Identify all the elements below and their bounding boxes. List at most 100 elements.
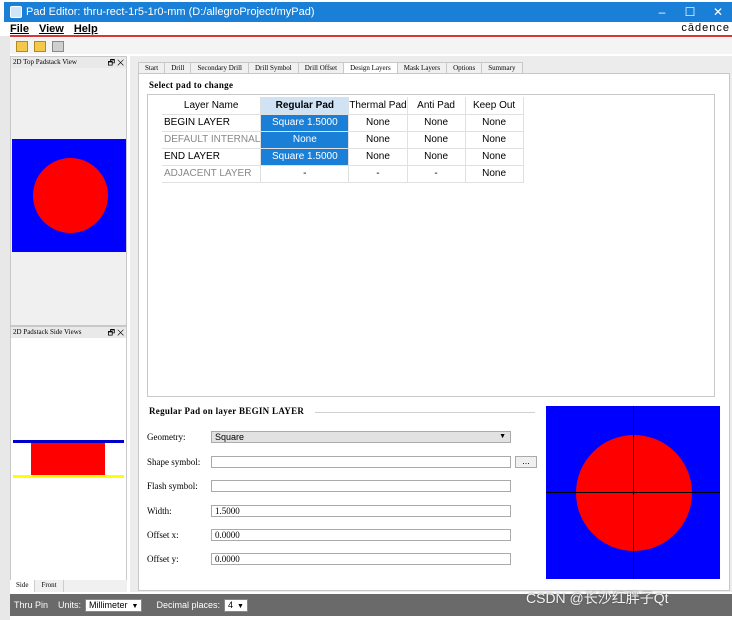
chevron-down-icon: ▼ xyxy=(131,602,139,610)
geometry-value: Square xyxy=(215,432,245,442)
units-label: Units: xyxy=(58,600,82,610)
menu-help[interactable]: Help xyxy=(74,23,98,35)
geometry-row: Geometry: Square ▼ xyxy=(147,430,511,444)
keep-out-cell[interactable]: None xyxy=(465,165,524,183)
main-area: Start Drill Secondary Drill Drill Symbol… xyxy=(130,56,732,592)
keep-out-cell[interactable]: None xyxy=(465,131,524,149)
side-padstack-view-panel: 2D Padstack Side Views 🗗 ✕ xyxy=(10,326,127,582)
window-titlebar: Pad Editor: thru-rect-1r5-1r0-mm (D:/all… xyxy=(4,2,732,22)
chevron-down-icon: ▼ xyxy=(499,433,506,440)
close-button[interactable]: ✕ xyxy=(704,2,732,22)
regular-pad-cell[interactable]: None xyxy=(260,131,350,149)
menu-bar: File View Help cādence xyxy=(10,22,732,36)
decimal-value: 4 xyxy=(228,599,234,610)
maximize-button[interactable]: ☐ xyxy=(676,2,704,22)
side-view-tabs: Side Front xyxy=(10,580,127,592)
mode-text: Thru Pin xyxy=(14,600,49,610)
crosshair-vertical xyxy=(633,406,634,579)
top-padstack-view-panel: 2D Top Padstack View 🗗 ✕ xyxy=(10,56,127,326)
decimal-select[interactable]: 4 ▼ xyxy=(224,598,248,612)
col-keep-out[interactable]: Keep Out xyxy=(465,97,524,115)
thermal-pad-cell[interactable]: - xyxy=(348,165,408,183)
table-row: END LAYER Square 1.5000 None None None xyxy=(162,148,524,166)
offset-y-input[interactable]: 0.0000 xyxy=(211,553,511,565)
new-file-icon[interactable] xyxy=(16,40,28,52)
panel-float-close-icon[interactable]: 🗗 ✕ xyxy=(108,57,124,68)
pad-body xyxy=(31,443,105,475)
pad-circle xyxy=(33,158,108,233)
flash-symbol-label: Flash symbol: xyxy=(147,481,198,491)
col-regular-pad[interactable]: Regular Pad xyxy=(260,97,350,115)
shape-symbol-label: Shape symbol: xyxy=(147,457,201,467)
tab-front[interactable]: Front xyxy=(35,580,64,592)
panel-title: 2D Padstack Side Views 🗗 ✕ xyxy=(11,327,126,338)
anti-pad-cell[interactable]: None xyxy=(407,148,466,166)
decimal-label: Decimal places: xyxy=(156,600,221,610)
thermal-pad-cell[interactable]: None xyxy=(348,114,408,132)
offset-y-row: Offset y: 0.0000 xyxy=(147,552,511,566)
window-title: Pad Editor: thru-rect-1r5-1r0-mm (D:/all… xyxy=(26,6,315,18)
panel-float-close-icon[interactable]: 🗗 ✕ xyxy=(108,327,124,338)
table-row: ADJACENT LAYER - - - None xyxy=(162,165,524,183)
browse-button[interactable]: ... xyxy=(515,456,537,468)
table-header-row: Layer Name Regular Pad Thermal Pad Anti … xyxy=(162,97,524,115)
minimize-button[interactable]: – xyxy=(648,2,676,22)
regular-pad-cell[interactable]: Square 1.5000 xyxy=(260,114,350,132)
shape-symbol-input[interactable] xyxy=(211,456,511,468)
top-view-title: 2D Top Padstack View xyxy=(13,58,77,66)
regular-pad-cell[interactable]: - xyxy=(260,165,350,183)
offset-y-label: Offset y: xyxy=(147,554,179,564)
cadence-logo: cādence xyxy=(681,22,730,34)
menu-file[interactable]: File xyxy=(10,23,29,35)
anti-pad-cell[interactable]: None xyxy=(407,114,466,132)
pad-circle xyxy=(576,435,692,551)
table-row: BEGIN LAYER Square 1.5000 None None None xyxy=(162,114,524,132)
pad-grid-container: Layer Name Regular Pad Thermal Pad Anti … xyxy=(147,94,715,397)
offset-x-input[interactable]: 0.0000 xyxy=(211,529,511,541)
width-row: Width: 1.5000 xyxy=(147,504,511,518)
panel-title: 2D Top Padstack View 🗗 ✕ xyxy=(11,57,126,68)
tab-side[interactable]: Side xyxy=(10,580,36,592)
chevron-down-icon: ▼ xyxy=(237,602,244,610)
offset-x-row: Offset x: 0.0000 xyxy=(147,528,511,542)
watermark: CSDN @长沙红胖子Qt xyxy=(526,590,669,606)
col-thermal-pad[interactable]: Thermal Pad xyxy=(348,97,408,115)
thermal-pad-cell[interactable]: None xyxy=(348,131,408,149)
thermal-pad-cell[interactable]: None xyxy=(348,148,408,166)
pad-preview xyxy=(546,406,720,579)
flash-symbol-input[interactable] xyxy=(211,480,511,492)
width-label: Width: xyxy=(147,506,172,516)
divider xyxy=(315,412,535,413)
detail-title: Regular Pad on layer BEGIN LAYER xyxy=(149,406,305,416)
pad-detail-panel: Regular Pad on layer BEGIN LAYER Geometr… xyxy=(139,404,539,592)
col-anti-pad[interactable]: Anti Pad xyxy=(407,97,466,115)
menu-view[interactable]: View xyxy=(39,23,64,35)
pad-table: Layer Name Regular Pad Thermal Pad Anti … xyxy=(162,97,524,183)
keep-out-cell[interactable]: None xyxy=(465,114,524,132)
side-view-title: 2D Padstack Side Views xyxy=(13,328,82,336)
open-folder-icon[interactable] xyxy=(34,40,46,52)
end-layer-line xyxy=(13,475,124,478)
left-dock-strip xyxy=(0,36,10,620)
keep-out-cell[interactable]: None xyxy=(465,148,524,166)
side-view-canvas xyxy=(11,339,126,582)
save-icon[interactable] xyxy=(52,40,64,52)
layer-name-cell: BEGIN LAYER xyxy=(162,114,262,132)
select-pad-title: Select pad to change xyxy=(149,80,234,90)
shape-symbol-row: Shape symbol: ... xyxy=(147,455,537,469)
toolbar xyxy=(10,38,732,54)
width-input[interactable]: 1.5000 xyxy=(211,505,511,517)
units-select[interactable]: Millimeter ▼ xyxy=(85,598,143,612)
units-value: Millimeter xyxy=(89,599,128,610)
layer-name-cell: ADJACENT LAYER xyxy=(162,165,262,183)
col-layer-name: Layer Name xyxy=(162,97,262,115)
divider xyxy=(10,35,732,37)
anti-pad-cell[interactable]: - xyxy=(407,165,466,183)
flash-symbol-row: Flash symbol: xyxy=(147,479,511,493)
layer-name-cell: END LAYER xyxy=(162,148,262,166)
anti-pad-cell[interactable]: None xyxy=(407,131,466,149)
regular-pad-cell[interactable]: Square 1.5000 xyxy=(260,148,350,166)
geometry-select[interactable]: Square ▼ xyxy=(211,431,511,443)
app-icon xyxy=(10,6,22,18)
table-row: DEFAULT INTERNAL None None None None xyxy=(162,131,524,149)
